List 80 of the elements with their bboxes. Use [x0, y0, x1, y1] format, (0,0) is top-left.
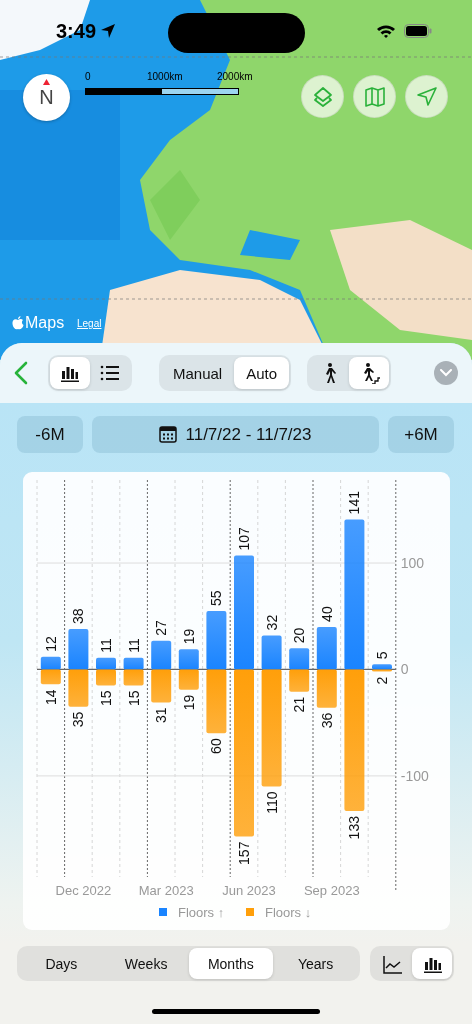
y-axis-label: 0 — [400, 661, 409, 678]
legend-label: Floors ↑ — [178, 905, 225, 920]
maps-attribution: Maps — [25, 314, 65, 332]
bar — [151, 669, 172, 703]
value-label: 19 — [180, 628, 197, 645]
apple-icon — [12, 316, 24, 330]
date-range-button[interactable]: 11/7/22 - 11/7/23 — [92, 416, 379, 453]
legend-swatch — [246, 908, 254, 916]
value-label: 27 — [153, 620, 170, 636]
bar — [96, 657, 116, 670]
bar — [316, 669, 337, 708]
value-label: 11 — [125, 638, 142, 653]
segment-tab[interactable]: Manual — [161, 357, 235, 389]
value-label: 55 — [208, 590, 225, 606]
legend-swatch — [159, 908, 167, 916]
value-label: 157 — [236, 841, 252, 865]
value-label: 21 — [291, 696, 308, 713]
segment-tab[interactable]: Years — [273, 948, 358, 979]
stairs-climber-tab[interactable] — [349, 357, 390, 389]
value-label: 38 — [70, 608, 87, 624]
segment-tab[interactable]: Auto — [234, 357, 290, 389]
north-marker-icon — [43, 79, 50, 85]
x-axis-label: Sep 2023 — [303, 883, 360, 898]
y-axis-label: 100 — [400, 555, 425, 571]
bar — [123, 657, 144, 670]
bar — [289, 648, 310, 670]
chevron-down-icon — [440, 369, 452, 377]
value-label: 40 — [318, 606, 335, 622]
value-label: 11 — [98, 638, 114, 653]
bar — [68, 669, 89, 707]
bar — [40, 656, 61, 670]
value-label: 107 — [236, 527, 252, 551]
value-label: 36 — [318, 712, 335, 729]
previous-period-button[interactable]: -6M — [17, 416, 83, 453]
value-label: 12 — [42, 636, 59, 652]
value-label: 60 — [208, 738, 225, 754]
map-icon — [362, 84, 387, 109]
bar — [40, 669, 61, 685]
battery-icon — [404, 24, 432, 38]
bar — [289, 669, 310, 692]
location-arrow-icon — [100, 23, 117, 39]
value-label: 15 — [125, 690, 142, 706]
value-label: 133 — [346, 816, 363, 840]
bar-chart-tab[interactable] — [50, 357, 90, 389]
value-label: 2 — [374, 676, 390, 685]
next-period-button[interactable]: +6M — [388, 416, 454, 453]
location-arrow-icon — [414, 84, 439, 109]
value-label: 141 — [346, 491, 363, 515]
legend-label: Floors ↓ — [265, 905, 312, 920]
value-label: 35 — [70, 711, 87, 728]
bar — [178, 669, 199, 690]
value-label: 32 — [263, 614, 280, 631]
value-label: 15 — [98, 690, 114, 706]
scale-label: 0 — [85, 71, 91, 82]
bar — [178, 649, 199, 670]
bar — [123, 669, 144, 686]
x-axis-label: Mar 2023 — [138, 883, 194, 898]
segment-tab[interactable]: Weeks — [103, 948, 189, 979]
bar — [151, 640, 172, 670]
bar — [96, 669, 116, 686]
value-label: 14 — [42, 689, 59, 705]
value-label: 31 — [153, 707, 170, 724]
scale-label: 1000km — [147, 71, 183, 82]
back-chevron-icon — [14, 361, 28, 385]
bar — [206, 610, 227, 670]
value-label: 20 — [291, 627, 308, 644]
x-axis-label: Jun 2023 — [222, 883, 276, 898]
value-label: 5 — [374, 651, 390, 660]
value-label: 19 — [180, 694, 197, 711]
segment-tab[interactable]: Days — [19, 948, 104, 979]
x-axis-label: Dec 2022 — [55, 883, 112, 898]
bar — [68, 629, 89, 670]
calendar-icon — [159, 426, 178, 443]
y-axis-label: -100 — [400, 767, 429, 784]
bar-chart-tab[interactable] — [412, 948, 452, 979]
wifi-icon — [376, 23, 396, 39]
bar — [316, 626, 337, 670]
value-label: 110 — [263, 791, 280, 814]
bar — [206, 669, 227, 734]
segment-tab[interactable]: Months — [188, 948, 274, 979]
